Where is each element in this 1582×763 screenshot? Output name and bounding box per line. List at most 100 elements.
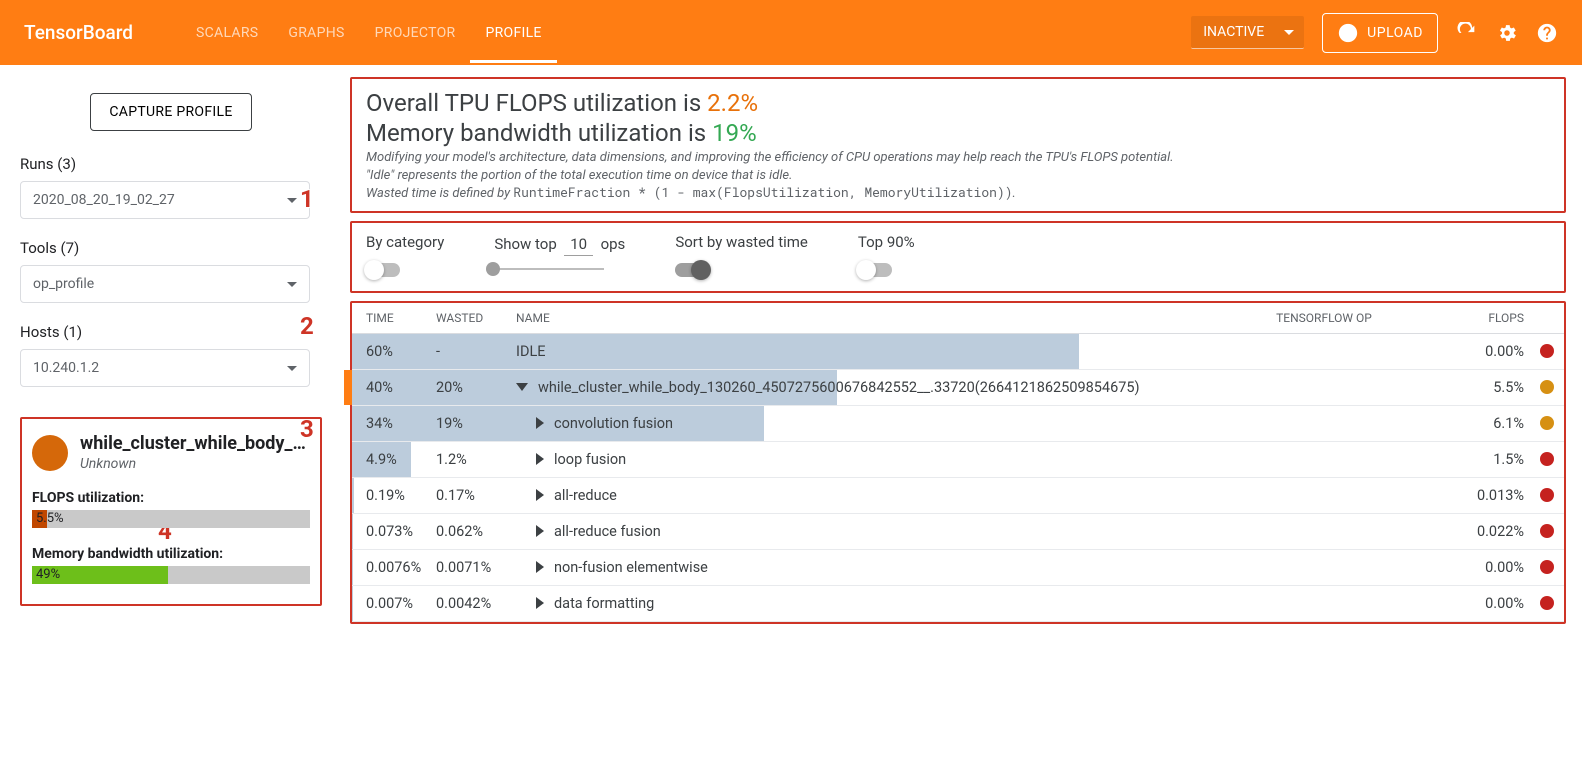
top90-toggle[interactable] [858, 263, 892, 277]
tools-label: Tools (7) [20, 239, 322, 257]
table-row[interactable]: 34%19%convolution fusion6.1% [352, 406, 1564, 442]
cell-time: 0.19% [366, 487, 436, 504]
show-top-label: Show top 10 ops [494, 233, 625, 256]
collapse-icon[interactable] [516, 383, 528, 391]
cell-flops: 1.5% [1454, 451, 1524, 468]
tab-projector[interactable]: PROJECTOR [360, 3, 471, 63]
mem-util-bar: 49% [32, 566, 310, 584]
tab-scalars[interactable]: SCALARS [181, 3, 273, 63]
table-row[interactable]: 0.19%0.17%all-reduce0.013% [352, 478, 1564, 514]
by-category-label: By category [366, 233, 444, 251]
cell-name: loop fusion [516, 451, 1454, 468]
expand-icon[interactable] [536, 525, 544, 537]
cell-wasted: 0.062% [436, 523, 516, 540]
by-category-toggle[interactable] [366, 263, 400, 277]
brand-title: TensorBoard [24, 21, 133, 44]
refresh-icon[interactable] [1456, 22, 1478, 44]
details-color-circle [32, 435, 68, 471]
cell-name: convolution fusion [516, 415, 1454, 432]
top90-label: Top 90% [858, 233, 915, 251]
header-right: INACTIVE UPLOAD [1191, 13, 1558, 53]
upload-button[interactable]: UPLOAD [1322, 13, 1438, 53]
table-row[interactable]: 40%20%while_cluster_while_body_130260_45… [352, 370, 1564, 406]
cell-time: 60% [366, 343, 436, 360]
cell-wasted: 20% [436, 379, 516, 396]
sort-wasted-toggle[interactable] [675, 263, 709, 277]
table-row[interactable]: 0.073%0.062%all-reduce fusion0.022% [352, 514, 1564, 550]
inactive-select[interactable]: INACTIVE [1191, 16, 1304, 49]
hint-2: "Idle" represents the portion of the tot… [366, 167, 1550, 185]
expand-icon[interactable] [536, 489, 544, 501]
details-subtitle: Unknown [80, 456, 310, 472]
expand-icon[interactable] [536, 597, 544, 609]
details-panel: while_cluster_while_body_130 Unknown FLO… [20, 417, 322, 606]
help-icon[interactable] [1536, 22, 1558, 44]
upload-label: UPLOAD [1367, 25, 1423, 41]
main-content: Overall TPU FLOPS utilization is 2.2% Me… [342, 65, 1582, 644]
status-dot [1540, 380, 1554, 394]
expand-icon[interactable] [536, 453, 544, 465]
cell-wasted: 0.17% [436, 487, 516, 504]
capture-profile-button[interactable]: CAPTURE PROFILE [90, 93, 251, 131]
status-dot [1540, 596, 1554, 610]
status-dot [1540, 488, 1554, 502]
cell-time: 0.0076% [366, 559, 436, 576]
cell-name: IDLE [516, 343, 1454, 360]
mem-util-label: Memory bandwidth utilization: [32, 546, 310, 562]
cell-time: 4.9% [366, 451, 436, 468]
status-dot [1540, 452, 1554, 466]
th-time: TIME [366, 311, 436, 325]
cell-flops: 0.013% [1454, 487, 1524, 504]
cell-wasted: 1.2% [436, 451, 516, 468]
overall-flops-line: Overall TPU FLOPS utilization is 2.2% [366, 89, 1550, 117]
cell-wasted: 19% [436, 415, 516, 432]
show-top-value[interactable]: 10 [564, 233, 593, 256]
hosts-select[interactable]: 10.240.1.2 [20, 349, 310, 387]
overall-mem-value: 19% [712, 119, 757, 147]
status-dot [1540, 524, 1554, 538]
table-row[interactable]: 0.007%0.0042%data formatting0.00% [352, 586, 1564, 622]
cell-name: while_cluster_while_body_130260_45072756… [516, 379, 1454, 396]
annotation-2: 2 [300, 312, 314, 340]
overall-mem-line: Memory bandwidth utilization is 19% [366, 119, 1550, 147]
expand-icon[interactable] [536, 561, 544, 573]
status-dot [1540, 560, 1554, 574]
hint-3: Wasted time is defined by RuntimeFractio… [366, 184, 1550, 203]
tools-select[interactable]: op_profile [20, 265, 310, 303]
cell-flops: 0.00% [1454, 595, 1524, 612]
tab-graphs[interactable]: GRAPHS [273, 3, 359, 63]
table-row[interactable]: 60%-IDLE0.00% [352, 334, 1564, 370]
table-row[interactable]: 0.0076%0.0071%non-fusion elementwise0.00… [352, 550, 1564, 586]
show-top-slider[interactable] [494, 268, 625, 270]
status-dot [1540, 416, 1554, 430]
cell-name: all-reduce fusion [516, 523, 1454, 540]
hosts-label: Hosts (1) [20, 323, 322, 341]
annotation-1: 1 [300, 185, 314, 213]
th-op: TENSORFLOW OP [1194, 311, 1454, 325]
flops-util-bar: 5.5% [32, 510, 310, 528]
mem-util-value: 49% [36, 566, 60, 584]
table-header: TIME WASTED NAME TENSORFLOW OP FLOPS [352, 303, 1564, 334]
cell-time: 34% [366, 415, 436, 432]
overview-panel: Overall TPU FLOPS utilization is 2.2% Me… [350, 77, 1566, 213]
sort-wasted-label: Sort by wasted time [675, 233, 808, 251]
runs-label: Runs (3) [20, 155, 322, 173]
cell-wasted: 0.0071% [436, 559, 516, 576]
cell-name: non-fusion elementwise [516, 559, 1454, 576]
cell-flops: 6.1% [1454, 415, 1524, 432]
app-header: TensorBoard SCALARS GRAPHS PROJECTOR PRO… [0, 0, 1582, 65]
gear-icon[interactable] [1496, 22, 1518, 44]
flops-util-value: 5.5% [36, 510, 64, 528]
expand-icon[interactable] [536, 417, 544, 429]
runs-select[interactable]: 2020_08_20_19_02_27 [20, 181, 310, 219]
tab-profile[interactable]: PROFILE [470, 3, 556, 63]
table-row[interactable]: 4.9%1.2%loop fusion1.5% [352, 442, 1564, 478]
controls-panel: By category Show top 10 ops Sort by wast… [350, 221, 1566, 293]
flops-util-label: FLOPS utilization: [32, 490, 310, 506]
sidebar: CAPTURE PROFILE Runs (3) 2020_08_20_19_0… [0, 65, 342, 644]
cell-time: 0.007% [366, 595, 436, 612]
cell-flops: 0.022% [1454, 523, 1524, 540]
details-title: while_cluster_while_body_130 [80, 433, 310, 454]
header-tabs: SCALARS GRAPHS PROJECTOR PROFILE [181, 3, 557, 63]
cell-time: 0.073% [366, 523, 436, 540]
